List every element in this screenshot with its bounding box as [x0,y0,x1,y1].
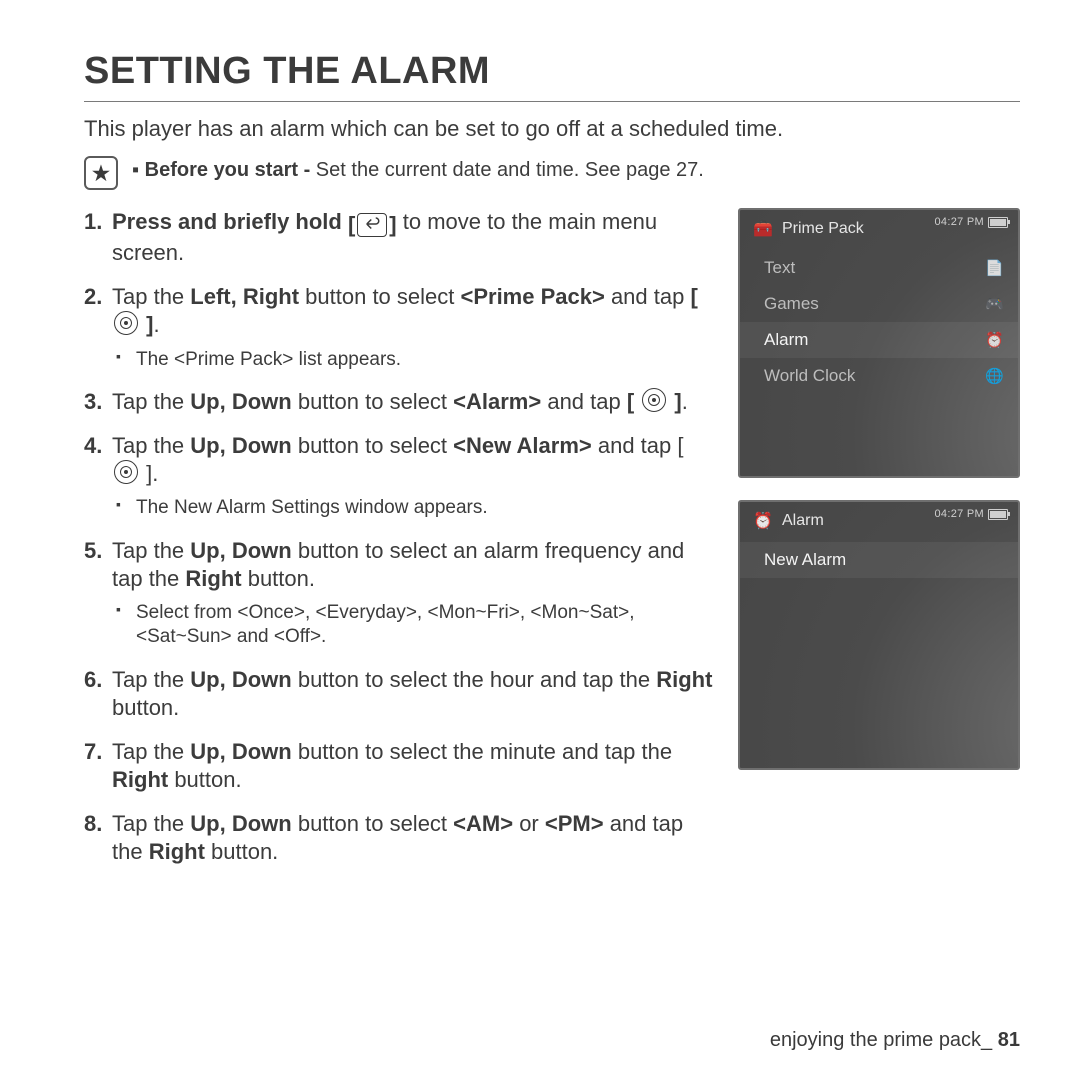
note-rest: Set the current date and time. See page … [310,159,704,181]
status-bar: 04:27 PM [935,216,1008,228]
select-button-icon [114,460,138,484]
battery-icon [988,509,1008,520]
step-7: Tap the Up, Down button to select the mi… [84,738,714,794]
status-time: 04:27 PM [935,216,984,228]
menu-list: Text📄 Games🎮 Alarm⏰ World Clock🌐 [740,250,1018,394]
page-footer: enjoying the prime pack_ 81 [770,1029,1020,1052]
note-lead: Before you start - [145,159,311,181]
star-icon: ★ [84,156,118,190]
step-4: Tap the Up, Down button to select <New A… [84,432,714,521]
menu-list: New Alarm [740,542,1018,578]
alarm-clock-icon: ⏰ [752,510,774,532]
world-clock-icon: 🌐 [985,367,1004,385]
status-bar: 04:27 PM [935,508,1008,520]
page-title: SETTING THE ALARM [84,50,1020,93]
status-time: 04:27 PM [935,508,984,520]
games-icon: 🎮 [985,295,1004,313]
device-screenshots: 04:27 PM 🧰 Prime Pack Text📄 Games🎮 Alarm… [738,208,1020,770]
device-prime-pack: 04:27 PM 🧰 Prime Pack Text📄 Games🎮 Alarm… [738,208,1020,478]
device-alarm: 04:27 PM ⏰ Alarm New Alarm [738,500,1020,770]
step-4-sub: The New Alarm Settings window appears. [112,496,714,520]
menu-item-world-clock: World Clock🌐 [740,358,1018,394]
step-2-sub: The <Prime Pack> list appears. [112,348,714,372]
step-1: Press and briefly hold [ ] to move to th… [84,208,714,267]
text-icon: 📄 [985,259,1004,277]
menu-item-games: Games🎮 [740,286,1018,322]
steps-list: Press and briefly hold [ ] to move to th… [84,208,714,883]
before-you-start-note: ★ ▪ Before you start - Set the current d… [84,156,1020,190]
back-button-icon [357,213,387,237]
title-rule [84,101,1020,102]
intro-text: This player has an alarm which can be se… [84,116,1020,142]
menu-item-text: Text📄 [740,250,1018,286]
step-6: Tap the Up, Down button to select the ho… [84,666,714,722]
step-2: Tap the Left, Right button to select <Pr… [84,283,714,372]
alarm-icon: ⏰ [985,331,1004,349]
menu-item-new-alarm: New Alarm [740,542,1018,578]
step-5: Tap the Up, Down button to select an ala… [84,537,714,650]
battery-icon [988,217,1008,228]
select-button-icon [114,311,138,335]
menu-item-alarm: Alarm⏰ [740,322,1018,358]
step-5-sub: Select from <Once>, <Everyday>, <Mon~Fri… [112,601,714,650]
step-3: Tap the Up, Down button to select <Alarm… [84,388,714,416]
step-8: Tap the Up, Down button to select <AM> o… [84,810,714,866]
select-button-icon [642,388,666,412]
prime-pack-icon: 🧰 [752,218,774,240]
